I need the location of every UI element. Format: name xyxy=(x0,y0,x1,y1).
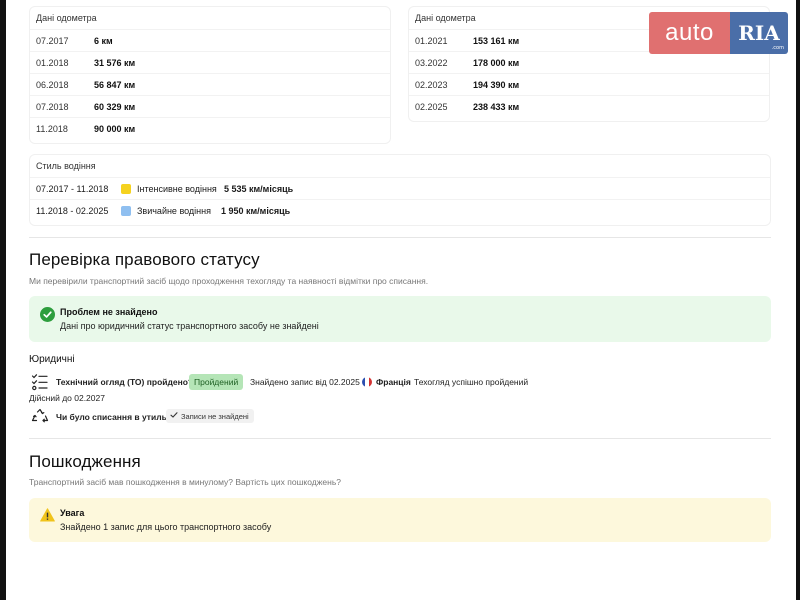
driving-style-card: Стиль водіння 07.2017 - 11.2018 Інтенсив… xyxy=(29,154,771,226)
check-icon xyxy=(170,411,178,421)
logo-ria-text: RIA xyxy=(738,21,780,45)
odometer-row: 06.2018 56 847 км xyxy=(30,73,390,95)
france-flag-icon xyxy=(362,377,372,387)
odometer-date: 07.2018 xyxy=(36,101,69,112)
legal-description: Ми перевірили транспортний засіб щодо пр… xyxy=(29,276,429,286)
damage-banner-text: Знайдено 1 запис для цього транспортного… xyxy=(60,522,272,532)
warning-icon xyxy=(40,508,55,527)
driving-style-title: Стиль водіння xyxy=(36,161,96,171)
odometer-value: 90 000 км xyxy=(94,123,136,134)
odometer-value: 194 390 км xyxy=(473,79,520,90)
odometer-value: 56 847 км xyxy=(94,79,136,90)
auto-ria-logo[interactable]: auto RIA .com xyxy=(649,12,788,54)
style-period: 11.2018 - 02.2025 xyxy=(36,206,109,216)
legal-ok-banner: Проблем не знайдено Дані про юридичний с… xyxy=(29,296,771,342)
driving-style-row: 07.2017 - 11.2018 Інтенсивне водіння 5 5… xyxy=(30,177,770,199)
scrap-question: Чи було списання в утиль? xyxy=(56,412,173,422)
odometer-date: 07.2017 xyxy=(36,35,69,46)
damage-banner-title: Увага xyxy=(60,508,85,518)
odometer-row: 07.2017 6 км xyxy=(30,29,390,51)
odometer-date: 06.2018 xyxy=(36,79,69,90)
damage-warning-banner: Увага Знайдено 1 запис для цього транспо… xyxy=(29,498,771,542)
damage-description: Транспортний засіб мав пошкодження в мин… xyxy=(29,477,341,487)
logo-domain: .com xyxy=(771,45,784,51)
scrap-badge-label: Записи не знайдені xyxy=(181,411,249,421)
inspection-record: Знайдено запис від 02.2025 xyxy=(250,377,360,387)
check-circle-icon xyxy=(40,307,55,327)
odometer-title: Дані одометра xyxy=(415,13,476,23)
odometer-value: 31 576 км xyxy=(94,57,136,68)
driving-style-row: 11.2018 - 02.2025 Звичайне водіння 1 950… xyxy=(30,199,770,221)
inspection-question: Технічний огляд (ТО) пройдено? xyxy=(56,377,194,387)
intensive-swatch xyxy=(121,184,131,194)
logo-ria: RIA .com xyxy=(730,12,788,54)
odometer-value: 153 161 км xyxy=(473,35,520,46)
odometer-date: 03.2022 xyxy=(415,57,448,68)
scrap-badge: Записи не знайдені xyxy=(166,409,254,423)
odometer-date: 01.2021 xyxy=(415,35,448,46)
odometer-value: 178 000 км xyxy=(473,57,520,68)
valid-until: Дійсний до 02.2027 xyxy=(29,393,105,403)
style-label: Інтенсивне водіння xyxy=(137,184,217,194)
damage-heading: Пошкодження xyxy=(29,452,141,471)
odometer-value: 6 км xyxy=(94,35,113,46)
odometer-row: 07.2018 60 329 км xyxy=(30,95,390,117)
inspection-badge: Пройдений xyxy=(189,374,244,390)
section-divider xyxy=(29,438,771,439)
odometer-card-left: Дані одометра 07.2017 6 км 01.2018 31 576 к… xyxy=(29,6,391,144)
odometer-title: Дані одометра xyxy=(36,13,97,23)
normal-swatch xyxy=(121,206,131,216)
legal-heading: Перевірка правового статусу xyxy=(29,250,260,269)
style-period: 07.2017 - 11.2018 xyxy=(36,184,109,194)
odometer-date: 02.2023 xyxy=(415,79,448,90)
section-divider xyxy=(29,237,771,238)
style-value: 1 950 км/місяць xyxy=(221,206,291,216)
left-edge xyxy=(0,0,6,600)
odometer-row: 01.2018 31 576 км xyxy=(30,51,390,73)
recycle-icon xyxy=(31,408,49,431)
odometer-row: 11.2018 90 000 км xyxy=(30,117,390,139)
legal-banner-title: Проблем не знайдено xyxy=(60,307,158,317)
odometer-date: 02.2025 xyxy=(415,101,448,112)
style-label: Звичайне водіння xyxy=(137,206,211,216)
odometer-row: 03.2022 178 000 км xyxy=(409,51,769,73)
odometer-row: 02.2023 194 390 км xyxy=(409,73,769,95)
odometer-date: 01.2018 xyxy=(36,57,69,68)
right-edge xyxy=(796,0,800,600)
inspection-result: Техогляд успішно пройдений xyxy=(414,377,529,387)
inspection-country: Франція xyxy=(376,377,411,387)
odometer-row: 02.2025 238 433 км xyxy=(409,95,769,117)
style-value: 5 535 км/місяць xyxy=(224,184,294,194)
odometer-date: 11.2018 xyxy=(36,123,68,134)
odometer-value: 60 329 км xyxy=(94,101,136,112)
legal-banner-text: Дані про юридичний статус транспортного … xyxy=(60,321,319,331)
odometer-value: 238 433 км xyxy=(473,101,520,112)
legal-subtitle: Юридичні xyxy=(29,354,75,365)
logo-auto: auto xyxy=(649,12,730,54)
